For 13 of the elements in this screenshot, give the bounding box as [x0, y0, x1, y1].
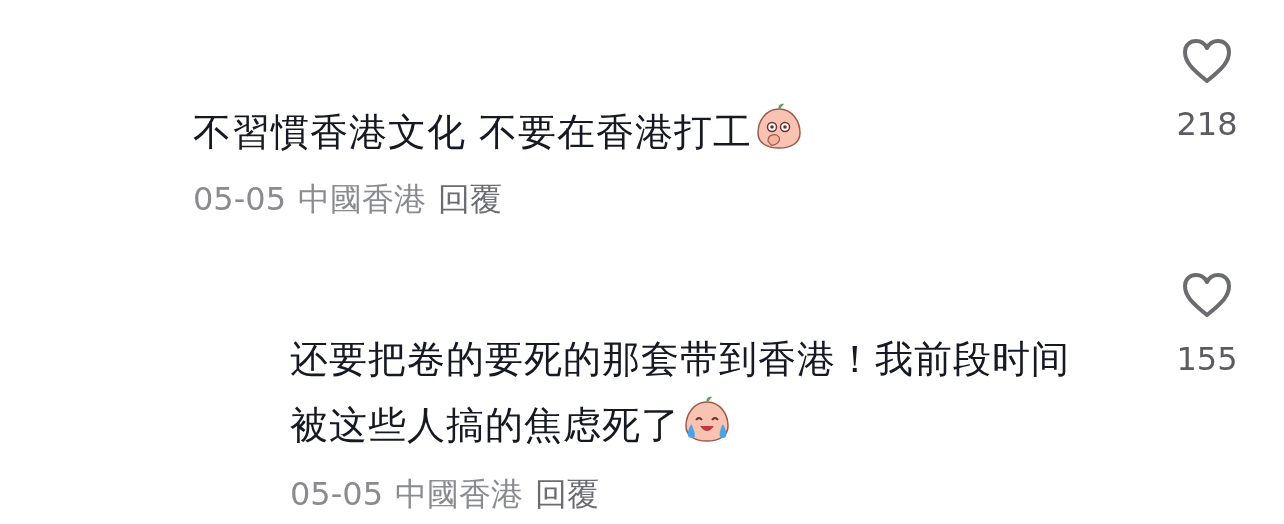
comment-date: 05-05 [290, 474, 383, 514]
comment-location: 中國香港 [395, 474, 523, 514]
heart-icon[interactable] [1182, 38, 1232, 84]
reply-link[interactable]: 回覆 [438, 179, 502, 219]
comment-location: 中國香港 [298, 179, 426, 219]
heart-icon[interactable] [1182, 272, 1232, 318]
comment-date: 05-05 [193, 179, 286, 219]
emoji-icon [682, 394, 732, 444]
comment-text: 不習慣香港文化 不要在香港打工 [193, 101, 1093, 156]
like-count: 218 [1176, 104, 1238, 144]
comment-text: 还要把卷的要死的那套带到香港！我前段时间被这些人搞的焦虑死了 [290, 336, 1071, 449]
reply-link[interactable]: 回覆 [535, 474, 599, 514]
like-count: 155 [1176, 339, 1238, 379]
